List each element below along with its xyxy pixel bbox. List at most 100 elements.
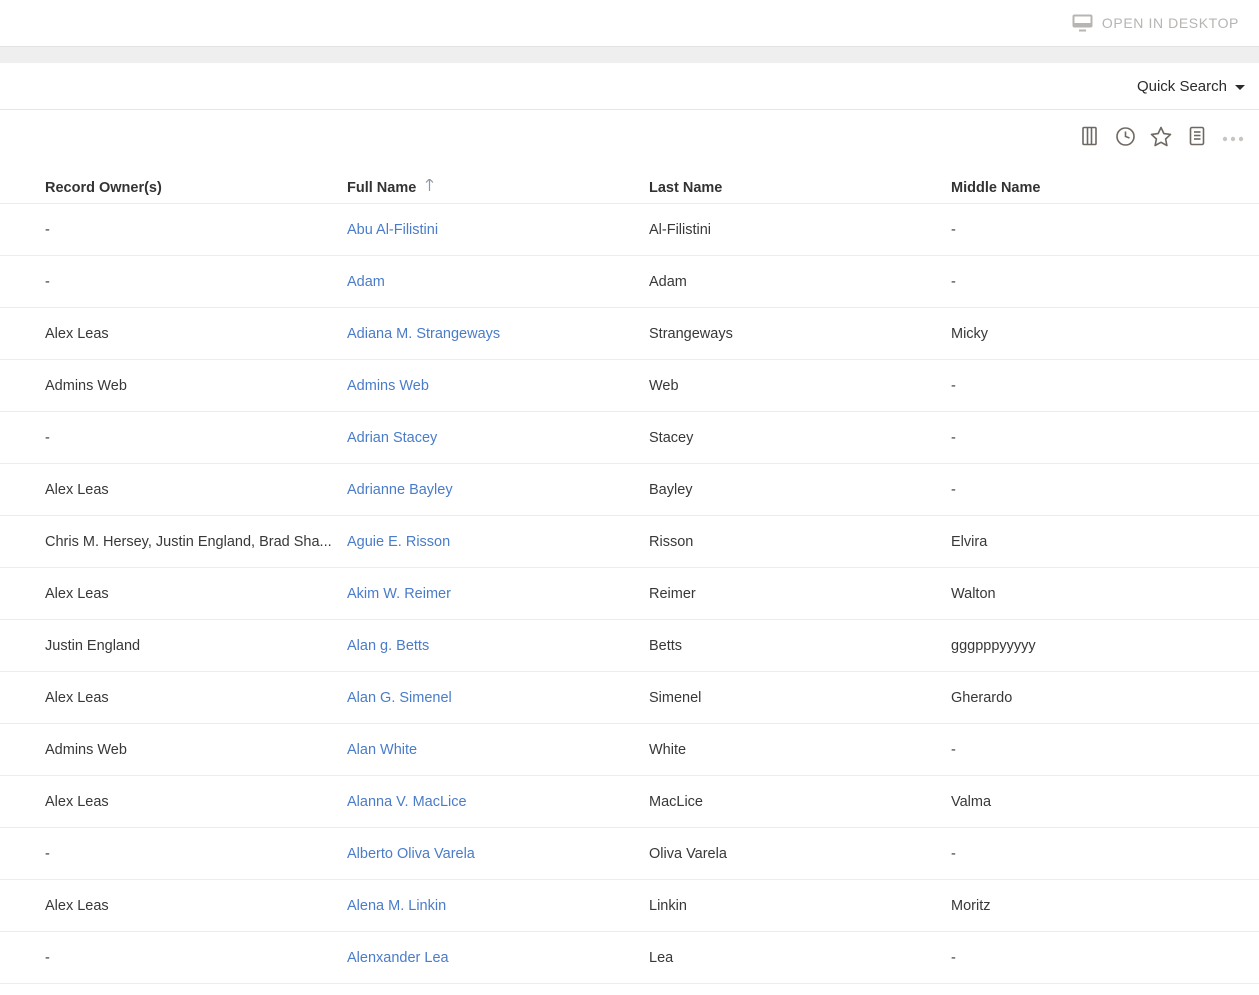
last-name-cell: Reimer: [649, 586, 951, 602]
favorite-star-icon: [1150, 126, 1172, 150]
record-owner-cell: Admins Web: [45, 378, 347, 394]
history-button[interactable]: [1114, 127, 1136, 149]
last-name-cell: Strangeways: [649, 326, 951, 342]
top-bar: OPEN IN DESKTOP: [0, 0, 1259, 47]
favorite-button[interactable]: [1150, 127, 1172, 149]
chevron-down-icon: [1235, 85, 1245, 90]
split-columns-button[interactable]: [1078, 127, 1100, 149]
table-header: Record Owner(s) Full Name Last Name Midd…: [0, 165, 1259, 204]
table-row: Alex Leas Adiana M. Strangeways Strangew…: [0, 308, 1259, 360]
table-row: Alex Leas Alena M. Linkin Linkin Moritz: [0, 880, 1259, 932]
full-name-cell: Alanna V. MacLice: [347, 794, 649, 810]
last-name-cell: Betts: [649, 638, 951, 654]
middle-name-cell: Walton: [951, 586, 1245, 602]
full-name-cell: Adam: [347, 274, 649, 290]
table-row: Alex Leas Adrianne Bayley Bayley -: [0, 464, 1259, 516]
notes-button[interactable]: [1186, 127, 1208, 149]
table-row: Alex Leas Alan G. Simenel Simenel Gherar…: [0, 672, 1259, 724]
record-owner-cell: Alex Leas: [45, 690, 347, 706]
last-name-cell: Web: [649, 378, 951, 394]
full-name-link[interactable]: Alberto Oliva Varela: [347, 846, 475, 862]
record-owner-cell: Chris M. Hersey, Justin England, Brad Sh…: [45, 534, 347, 550]
full-name-cell: Abu Al-Filistini: [347, 222, 649, 238]
full-name-cell: Aguie E. Risson: [347, 534, 649, 550]
full-name-link[interactable]: Alena M. Linkin: [347, 898, 446, 914]
last-name-cell: Oliva Varela: [649, 846, 951, 862]
full-name-link[interactable]: Adrianne Bayley: [347, 482, 453, 498]
quick-search-dropdown[interactable]: Quick Search: [1137, 78, 1245, 95]
last-name-cell: Stacey: [649, 430, 951, 446]
table-row: - Adam Adam -: [0, 256, 1259, 308]
header-divider-band: [0, 47, 1259, 63]
full-name-link[interactable]: Aguie E. Risson: [347, 534, 450, 550]
middle-name-cell: gggpppyyyyy: [951, 638, 1245, 654]
full-name-link[interactable]: Adiana M. Strangeways: [347, 326, 500, 342]
middle-name-cell: Elvira: [951, 534, 1245, 550]
full-name-cell: Alan G. Simenel: [347, 690, 649, 706]
full-name-cell: Adrianne Bayley: [347, 482, 649, 498]
middle-name-cell: Moritz: [951, 898, 1245, 914]
last-name-cell: Simenel: [649, 690, 951, 706]
full-name-cell: Admins Web: [347, 378, 649, 394]
middle-name-cell: -: [951, 482, 1245, 498]
middle-name-cell: -: [951, 222, 1245, 238]
table-row: - Alenxander Lea Lea -: [0, 932, 1259, 984]
record-owner-cell: Admins Web: [45, 742, 347, 758]
middle-name-cell: -: [951, 846, 1245, 862]
full-name-link[interactable]: Admins Web: [347, 378, 429, 394]
full-name-link[interactable]: Alan White: [347, 742, 417, 758]
full-name-cell: Alenxander Lea: [347, 950, 649, 966]
record-owner-cell: -: [45, 222, 347, 238]
column-header-middle-name[interactable]: Middle Name: [951, 180, 1245, 196]
table-row: Admins Web Admins Web Web -: [0, 360, 1259, 412]
record-owner-cell: Alex Leas: [45, 794, 347, 810]
search-bar: Quick Search: [0, 63, 1259, 110]
full-name-cell: Adiana M. Strangeways: [347, 326, 649, 342]
full-name-link[interactable]: Adam: [347, 274, 385, 290]
record-owner-cell: Alex Leas: [45, 586, 347, 602]
middle-name-cell: Micky: [951, 326, 1245, 342]
table-row: - Adrian Stacey Stacey -: [0, 412, 1259, 464]
table-row: Admins Web Alan White White -: [0, 724, 1259, 776]
last-name-cell: MacLice: [649, 794, 951, 810]
column-header-record-owners[interactable]: Record Owner(s): [45, 180, 347, 196]
full-name-link[interactable]: Alan g. Betts: [347, 638, 429, 654]
full-name-cell: Alan g. Betts: [347, 638, 649, 654]
full-name-link[interactable]: Adrian Stacey: [347, 430, 437, 446]
full-name-link[interactable]: Alan G. Simenel: [347, 690, 452, 706]
record-owner-cell: Alex Leas: [45, 482, 347, 498]
middle-name-cell: -: [951, 430, 1245, 446]
last-name-cell: Al-Filistini: [649, 222, 951, 238]
full-name-cell: Alan White: [347, 742, 649, 758]
table-body: - Abu Al-Filistini Al-Filistini - - Adam…: [0, 204, 1259, 984]
column-header-full-name[interactable]: Full Name: [347, 179, 649, 197]
split-columns-icon: [1080, 126, 1099, 149]
full-name-cell: Akim W. Reimer: [347, 586, 649, 602]
table-row: Alex Leas Alanna V. MacLice MacLice Valm…: [0, 776, 1259, 828]
notes-document-icon: [1188, 126, 1206, 149]
full-name-link[interactable]: Alenxander Lea: [347, 950, 449, 966]
last-name-cell: Lea: [649, 950, 951, 966]
more-options-button[interactable]: [1222, 127, 1244, 149]
middle-name-cell: -: [951, 950, 1245, 966]
full-name-link[interactable]: Akim W. Reimer: [347, 586, 451, 602]
app-window: OPEN IN DESKTOP Quick Search: [0, 0, 1259, 995]
column-header-last-name[interactable]: Last Name: [649, 180, 951, 196]
ellipsis-icon: [1222, 130, 1244, 145]
open-in-desktop-button[interactable]: OPEN IN DESKTOP: [1072, 14, 1239, 32]
last-name-cell: Risson: [649, 534, 951, 550]
full-name-link[interactable]: Alanna V. MacLice: [347, 794, 467, 810]
full-name-link[interactable]: Abu Al-Filistini: [347, 222, 438, 238]
list-toolbar: [0, 110, 1259, 165]
full-name-cell: Alberto Oliva Varela: [347, 846, 649, 862]
sort-ascending-icon: [424, 179, 435, 197]
last-name-cell: White: [649, 742, 951, 758]
column-header-label: Record Owner(s): [45, 180, 162, 196]
desktop-monitor-icon: [1072, 14, 1093, 32]
record-owner-cell: Alex Leas: [45, 898, 347, 914]
record-owner-cell: Justin England: [45, 638, 347, 654]
record-owner-cell: -: [45, 950, 347, 966]
table-row: Chris M. Hersey, Justin England, Brad Sh…: [0, 516, 1259, 568]
record-owner-cell: -: [45, 846, 347, 862]
middle-name-cell: Valma: [951, 794, 1245, 810]
